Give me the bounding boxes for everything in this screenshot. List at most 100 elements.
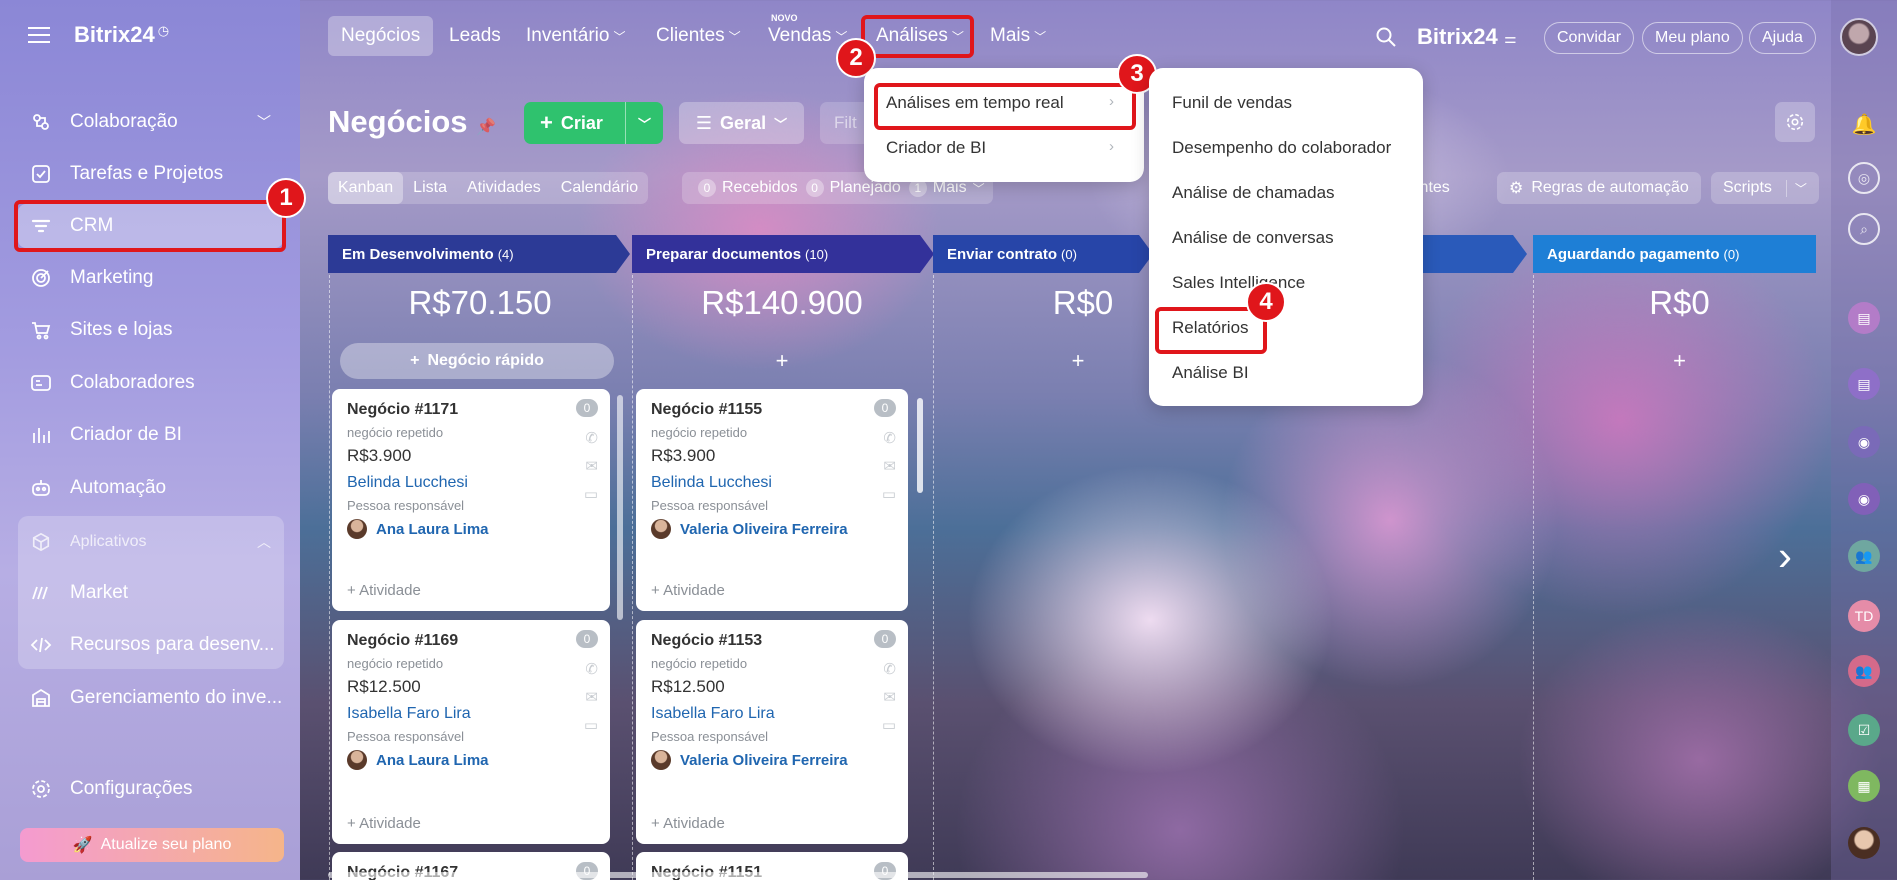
create-button[interactable]: + Criar ﹀ — [524, 102, 663, 144]
settings-sliders-icon[interactable]: ⚌ — [1504, 30, 1517, 47]
menu-icon[interactable] — [28, 27, 50, 43]
chevron-up-icon[interactable]: ︿ — [257, 532, 271, 552]
add-activity-link[interactable]: + Atividade — [347, 815, 421, 832]
column-header[interactable]: Em Desenvolvimento (4) — [328, 235, 630, 273]
mail-icon[interactable]: ✉ — [883, 457, 896, 475]
phone-icon[interactable]: ✆ — [883, 429, 896, 447]
deal-contact[interactable]: Belinda Lucchesi — [347, 474, 595, 492]
menu-item-sales-intelligence[interactable]: Sales Intelligence — [1172, 273, 1305, 293]
deal-owner[interactable]: Ana Laura Lima — [347, 519, 595, 539]
deal-card[interactable]: Negócio #1171 negócio repetido R$3.900 B… — [332, 389, 610, 611]
tab-mais[interactable]: Mais ﹀ — [990, 16, 1046, 56]
view-atividades[interactable]: Atividades — [457, 172, 551, 204]
sidebar-item-recursos[interactable]: Recursos para desenv... — [18, 623, 283, 667]
scroll-right-arrow-icon[interactable]: › — [1778, 532, 1792, 580]
help-button[interactable]: Ajuda — [1749, 22, 1816, 54]
tasks-check-icon[interactable]: ☑ — [1848, 714, 1880, 746]
category-select[interactable]: ☰ Geral ﹀ — [679, 102, 804, 144]
sidebar-item-configuracoes[interactable]: Configurações — [18, 767, 283, 811]
horizontal-scrollbar[interactable] — [328, 872, 1148, 878]
tab-inventario[interactable]: Inventário ﹀ — [526, 16, 625, 56]
add-deal-button[interactable]: + — [1533, 348, 1826, 374]
sidebar-item-colaboradores[interactable]: Colaboradores — [18, 361, 283, 405]
page-settings-button[interactable] — [1775, 102, 1815, 142]
openline-icon[interactable]: ◉ — [1848, 426, 1880, 458]
sidebar-item-criador-bi[interactable]: Criador de BI — [18, 413, 283, 457]
chat-search-icon[interactable]: ⌕ — [1848, 213, 1880, 245]
chat-icon[interactable]: ▭ — [584, 716, 598, 734]
menu-item-funil-vendas[interactable]: Funil de vendas — [1172, 93, 1292, 113]
menu-item-chamadas[interactable]: Análise de chamadas — [1172, 183, 1335, 203]
deal-contact[interactable]: Isabella Faro Lira — [347, 705, 595, 723]
search-icon[interactable] — [1375, 26, 1397, 53]
chat-icon[interactable]: ▭ — [584, 485, 598, 503]
tab-clientes[interactable]: Clientes ﹀ — [656, 16, 741, 56]
add-activity-link[interactable]: + Atividade — [347, 582, 421, 599]
deal-card[interactable]: Negócio #1153 negócio repetido R$12.500 … — [636, 620, 908, 844]
deal-owner[interactable]: Valeria Oliveira Ferreira — [651, 750, 893, 770]
mail-icon[interactable]: ✉ — [585, 457, 598, 475]
phone-icon[interactable]: ✆ — [585, 429, 598, 447]
my-plan-button[interactable]: Meu plano — [1642, 22, 1743, 54]
sidebar-item-sites[interactable]: Sites e lojas — [18, 308, 283, 352]
create-dropdown-icon[interactable]: ﹀ — [624, 102, 663, 144]
add-activity-link[interactable]: + Atividade — [651, 815, 725, 832]
deal-title[interactable]: Negócio #1155 — [651, 401, 893, 419]
view-kanban[interactable]: Kanban — [328, 172, 404, 204]
view-lista[interactable]: Lista — [403, 172, 457, 204]
upgrade-plan-button[interactable]: 🚀 Atualize seu plano — [20, 828, 284, 862]
column-scrollbar[interactable] — [917, 398, 923, 493]
pin-icon[interactable]: 📌 — [476, 119, 496, 136]
chat-icon[interactable]: ▭ — [882, 716, 896, 734]
counter-recebidos[interactable]: Recebidos — [722, 179, 798, 197]
target-icon[interactable]: ◎ — [1848, 162, 1880, 194]
add-activity-link[interactable]: + Atividade — [651, 582, 725, 599]
column-scrollbar[interactable] — [617, 395, 623, 620]
tab-leads[interactable]: Leads — [449, 16, 501, 56]
menu-item-analise-bi[interactable]: Análise BI — [1172, 363, 1249, 383]
view-calendario[interactable]: Calendário — [551, 172, 648, 204]
deal-owner[interactable]: Ana Laura Lima — [347, 750, 595, 770]
sidebar-item-marketing[interactable]: Marketing — [18, 256, 283, 300]
deal-contact[interactable]: Isabella Faro Lira — [651, 705, 893, 723]
quick-deal-button[interactable]: + Negócio rápido — [340, 343, 614, 379]
mail-icon[interactable]: ✉ — [585, 688, 598, 706]
menu-item-desempenho[interactable]: Desempenho do colaborador — [1172, 138, 1391, 158]
user-initials-avatar[interactable]: TD — [1848, 600, 1880, 632]
openline-icon[interactable]: ◉ — [1848, 483, 1880, 515]
scripts-button[interactable]: Scripts ﹀ — [1711, 172, 1819, 204]
notes-icon[interactable]: ▦ — [1848, 770, 1880, 802]
deal-card[interactable]: Negócio #1169 negócio repetido R$12.500 … — [332, 620, 610, 844]
add-deal-button[interactable]: + — [632, 348, 932, 374]
phone-icon[interactable]: ✆ — [883, 660, 896, 678]
apps-section-header[interactable]: Aplicativos ︿ — [18, 520, 283, 564]
sidebar-item-inventario[interactable]: Gerenciamento do inve... — [18, 676, 283, 720]
chat-icon[interactable]: ▭ — [882, 485, 896, 503]
deal-title[interactable]: Negócio #1169 — [347, 632, 595, 650]
column-header[interactable]: Aguardando pagamento (0) — [1533, 235, 1816, 273]
sidebar-item-colaboracao[interactable]: Colaboração ﹀ — [18, 100, 283, 144]
column-header[interactable]: Preparar documentos (10) — [632, 235, 934, 273]
invite-button[interactable]: Convidar — [1544, 22, 1635, 54]
contact-avatar[interactable] — [1848, 827, 1880, 859]
menu-item-criador-bi[interactable]: Criador de BI — [886, 138, 986, 158]
app-book-icon[interactable]: ▤ — [1848, 302, 1880, 334]
phone-icon[interactable]: ✆ — [585, 660, 598, 678]
tab-negocios[interactable]: Negócios — [328, 16, 434, 56]
deal-title[interactable]: Negócio #1153 — [651, 632, 893, 650]
tab-vendas[interactable]: Vendas ﹀ — [768, 16, 847, 56]
chevron-down-icon[interactable]: ﹀ — [257, 112, 271, 132]
column-header[interactable]: Enviar contrato (0) — [933, 235, 1153, 273]
column-header[interactable] — [1420, 235, 1527, 273]
deal-card[interactable]: Negócio #1155 negócio repetido R$3.900 B… — [636, 389, 908, 611]
deal-contact[interactable]: Belinda Lucchesi — [651, 474, 893, 492]
group-icon[interactable]: 👥 — [1848, 540, 1880, 572]
bell-icon[interactable]: 🔔 — [1848, 108, 1880, 140]
deal-title[interactable]: Negócio #1171 — [347, 401, 595, 419]
sidebar-item-automacao[interactable]: Automação — [18, 466, 283, 510]
mail-icon[interactable]: ✉ — [883, 688, 896, 706]
automation-rules-button[interactable]: ⚙ Regras de automação — [1497, 172, 1701, 204]
sidebar-item-market[interactable]: Market — [18, 571, 283, 615]
app-book-icon[interactable]: ▤ — [1848, 368, 1880, 400]
menu-item-conversas[interactable]: Análise de conversas — [1172, 228, 1334, 248]
